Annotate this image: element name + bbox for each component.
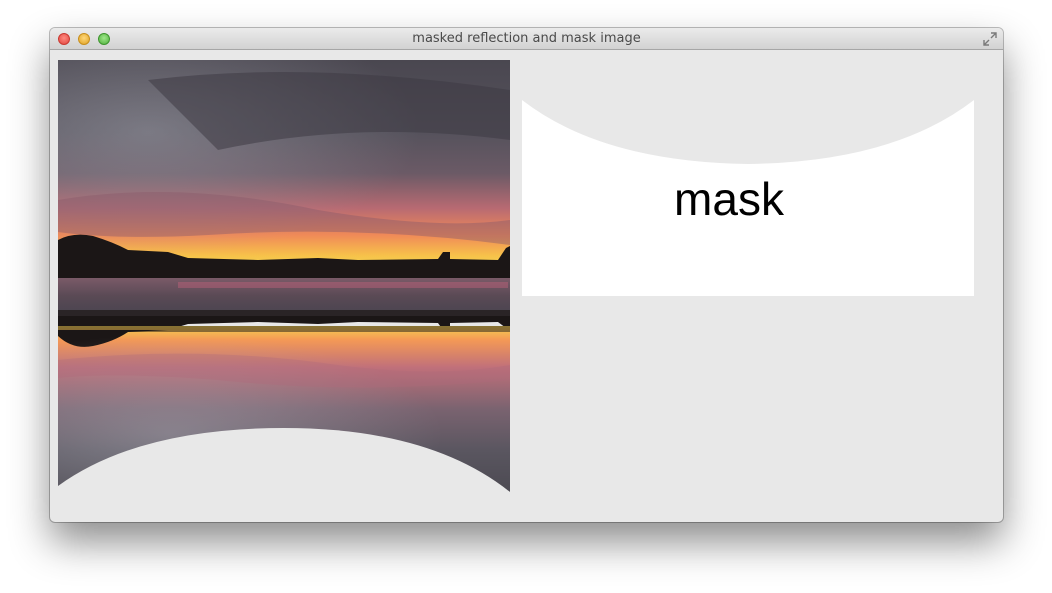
fullscreen-icon[interactable] (983, 32, 997, 46)
title-bar[interactable]: masked reflection and mask image (50, 28, 1003, 50)
content-area: mask (50, 50, 1003, 522)
window-title: masked reflection and mask image (412, 31, 641, 46)
masked-reflection-image (58, 60, 510, 492)
mask-label: mask (674, 173, 784, 225)
app-window: masked reflection and mask image mask (50, 28, 1003, 522)
